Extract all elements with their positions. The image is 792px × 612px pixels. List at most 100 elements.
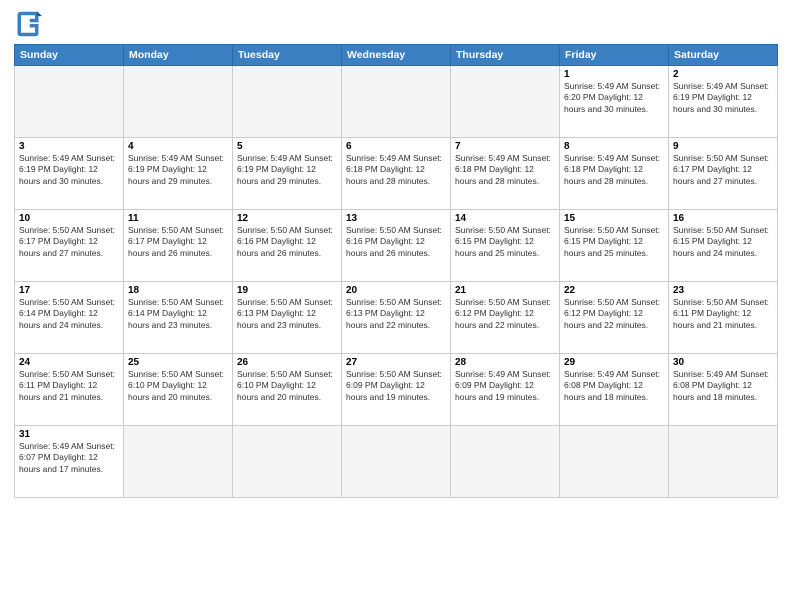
day-number: 17: [19, 285, 119, 296]
calendar-cell: [124, 426, 233, 498]
calendar-cell: 3Sunrise: 5:49 AM Sunset: 6:19 PM Daylig…: [15, 138, 124, 210]
calendar-cell: [15, 66, 124, 138]
calendar-week-4: 24Sunrise: 5:50 AM Sunset: 6:11 PM Dayli…: [15, 354, 778, 426]
day-info: Sunrise: 5:49 AM Sunset: 6:20 PM Dayligh…: [564, 81, 664, 115]
calendar-page: SundayMondayTuesdayWednesdayThursdayFrid…: [0, 0, 792, 506]
calendar-cell: 19Sunrise: 5:50 AM Sunset: 6:13 PM Dayli…: [233, 282, 342, 354]
calendar-cell: [669, 426, 778, 498]
day-info: Sunrise: 5:49 AM Sunset: 6:19 PM Dayligh…: [128, 153, 228, 187]
calendar-header-thursday: Thursday: [451, 45, 560, 66]
calendar-cell: 14Sunrise: 5:50 AM Sunset: 6:15 PM Dayli…: [451, 210, 560, 282]
day-number: 9: [673, 141, 773, 152]
calendar-cell: [124, 66, 233, 138]
day-info: Sunrise: 5:50 AM Sunset: 6:11 PM Dayligh…: [673, 297, 773, 331]
day-info: Sunrise: 5:49 AM Sunset: 6:09 PM Dayligh…: [455, 369, 555, 403]
day-number: 28: [455, 357, 555, 368]
calendar-cell: 13Sunrise: 5:50 AM Sunset: 6:16 PM Dayli…: [342, 210, 451, 282]
day-info: Sunrise: 5:50 AM Sunset: 6:15 PM Dayligh…: [455, 225, 555, 259]
calendar-header-row: SundayMondayTuesdayWednesdayThursdayFrid…: [15, 45, 778, 66]
calendar-cell: 7Sunrise: 5:49 AM Sunset: 6:18 PM Daylig…: [451, 138, 560, 210]
calendar-cell: 1Sunrise: 5:49 AM Sunset: 6:20 PM Daylig…: [560, 66, 669, 138]
calendar-header-monday: Monday: [124, 45, 233, 66]
day-number: 23: [673, 285, 773, 296]
day-number: 21: [455, 285, 555, 296]
day-number: 30: [673, 357, 773, 368]
day-number: 4: [128, 141, 228, 152]
day-info: Sunrise: 5:49 AM Sunset: 6:08 PM Dayligh…: [564, 369, 664, 403]
logo-icon: [14, 10, 42, 38]
calendar-cell: 27Sunrise: 5:50 AM Sunset: 6:09 PM Dayli…: [342, 354, 451, 426]
logo: [14, 10, 46, 38]
day-info: Sunrise: 5:50 AM Sunset: 6:14 PM Dayligh…: [19, 297, 119, 331]
day-number: 2: [673, 69, 773, 80]
calendar-header-wednesday: Wednesday: [342, 45, 451, 66]
calendar-cell: 8Sunrise: 5:49 AM Sunset: 6:18 PM Daylig…: [560, 138, 669, 210]
day-info: Sunrise: 5:50 AM Sunset: 6:15 PM Dayligh…: [564, 225, 664, 259]
calendar-cell: 15Sunrise: 5:50 AM Sunset: 6:15 PM Dayli…: [560, 210, 669, 282]
day-info: Sunrise: 5:50 AM Sunset: 6:17 PM Dayligh…: [673, 153, 773, 187]
calendar-cell: 24Sunrise: 5:50 AM Sunset: 6:11 PM Dayli…: [15, 354, 124, 426]
calendar-cell: 6Sunrise: 5:49 AM Sunset: 6:18 PM Daylig…: [342, 138, 451, 210]
day-info: Sunrise: 5:49 AM Sunset: 6:07 PM Dayligh…: [19, 441, 119, 475]
calendar-cell: 12Sunrise: 5:50 AM Sunset: 6:16 PM Dayli…: [233, 210, 342, 282]
calendar-week-2: 10Sunrise: 5:50 AM Sunset: 6:17 PM Dayli…: [15, 210, 778, 282]
calendar-week-3: 17Sunrise: 5:50 AM Sunset: 6:14 PM Dayli…: [15, 282, 778, 354]
day-number: 29: [564, 357, 664, 368]
calendar-cell: 30Sunrise: 5:49 AM Sunset: 6:08 PM Dayli…: [669, 354, 778, 426]
day-info: Sunrise: 5:50 AM Sunset: 6:16 PM Dayligh…: [346, 225, 446, 259]
day-number: 5: [237, 141, 337, 152]
day-info: Sunrise: 5:50 AM Sunset: 6:17 PM Dayligh…: [19, 225, 119, 259]
day-info: Sunrise: 5:49 AM Sunset: 6:18 PM Dayligh…: [346, 153, 446, 187]
calendar-cell: 20Sunrise: 5:50 AM Sunset: 6:13 PM Dayli…: [342, 282, 451, 354]
calendar-week-0: 1Sunrise: 5:49 AM Sunset: 6:20 PM Daylig…: [15, 66, 778, 138]
calendar-cell: [233, 66, 342, 138]
day-info: Sunrise: 5:50 AM Sunset: 6:12 PM Dayligh…: [564, 297, 664, 331]
calendar-header-tuesday: Tuesday: [233, 45, 342, 66]
calendar-cell: 11Sunrise: 5:50 AM Sunset: 6:17 PM Dayli…: [124, 210, 233, 282]
day-info: Sunrise: 5:50 AM Sunset: 6:16 PM Dayligh…: [237, 225, 337, 259]
day-info: Sunrise: 5:49 AM Sunset: 6:19 PM Dayligh…: [237, 153, 337, 187]
calendar-week-1: 3Sunrise: 5:49 AM Sunset: 6:19 PM Daylig…: [15, 138, 778, 210]
day-info: Sunrise: 5:49 AM Sunset: 6:18 PM Dayligh…: [455, 153, 555, 187]
calendar-cell: 17Sunrise: 5:50 AM Sunset: 6:14 PM Dayli…: [15, 282, 124, 354]
calendar-cell: 5Sunrise: 5:49 AM Sunset: 6:19 PM Daylig…: [233, 138, 342, 210]
day-number: 10: [19, 213, 119, 224]
day-number: 7: [455, 141, 555, 152]
day-info: Sunrise: 5:50 AM Sunset: 6:10 PM Dayligh…: [128, 369, 228, 403]
calendar-header-friday: Friday: [560, 45, 669, 66]
calendar-cell: 28Sunrise: 5:49 AM Sunset: 6:09 PM Dayli…: [451, 354, 560, 426]
day-info: Sunrise: 5:50 AM Sunset: 6:11 PM Dayligh…: [19, 369, 119, 403]
day-info: Sunrise: 5:50 AM Sunset: 6:14 PM Dayligh…: [128, 297, 228, 331]
day-number: 13: [346, 213, 446, 224]
day-info: Sunrise: 5:50 AM Sunset: 6:17 PM Dayligh…: [128, 225, 228, 259]
calendar-cell: [451, 66, 560, 138]
calendar-cell: 21Sunrise: 5:50 AM Sunset: 6:12 PM Dayli…: [451, 282, 560, 354]
calendar-cell: 29Sunrise: 5:49 AM Sunset: 6:08 PM Dayli…: [560, 354, 669, 426]
day-info: Sunrise: 5:49 AM Sunset: 6:19 PM Dayligh…: [19, 153, 119, 187]
calendar-cell: 16Sunrise: 5:50 AM Sunset: 6:15 PM Dayli…: [669, 210, 778, 282]
day-number: 25: [128, 357, 228, 368]
day-info: Sunrise: 5:50 AM Sunset: 6:09 PM Dayligh…: [346, 369, 446, 403]
day-info: Sunrise: 5:50 AM Sunset: 6:10 PM Dayligh…: [237, 369, 337, 403]
day-number: 26: [237, 357, 337, 368]
day-number: 6: [346, 141, 446, 152]
calendar-cell: 2Sunrise: 5:49 AM Sunset: 6:19 PM Daylig…: [669, 66, 778, 138]
day-number: 12: [237, 213, 337, 224]
day-number: 31: [19, 429, 119, 440]
day-number: 8: [564, 141, 664, 152]
day-info: Sunrise: 5:49 AM Sunset: 6:18 PM Dayligh…: [564, 153, 664, 187]
calendar-week-5: 31Sunrise: 5:49 AM Sunset: 6:07 PM Dayli…: [15, 426, 778, 498]
calendar-cell: 18Sunrise: 5:50 AM Sunset: 6:14 PM Dayli…: [124, 282, 233, 354]
day-number: 20: [346, 285, 446, 296]
calendar-cell: 9Sunrise: 5:50 AM Sunset: 6:17 PM Daylig…: [669, 138, 778, 210]
calendar-header-saturday: Saturday: [669, 45, 778, 66]
header: [14, 10, 778, 38]
calendar-cell: 31Sunrise: 5:49 AM Sunset: 6:07 PM Dayli…: [15, 426, 124, 498]
day-number: 19: [237, 285, 337, 296]
calendar-cell: [342, 66, 451, 138]
calendar-cell: 23Sunrise: 5:50 AM Sunset: 6:11 PM Dayli…: [669, 282, 778, 354]
day-number: 27: [346, 357, 446, 368]
calendar-cell: [342, 426, 451, 498]
day-info: Sunrise: 5:50 AM Sunset: 6:13 PM Dayligh…: [346, 297, 446, 331]
calendar-header-sunday: Sunday: [15, 45, 124, 66]
